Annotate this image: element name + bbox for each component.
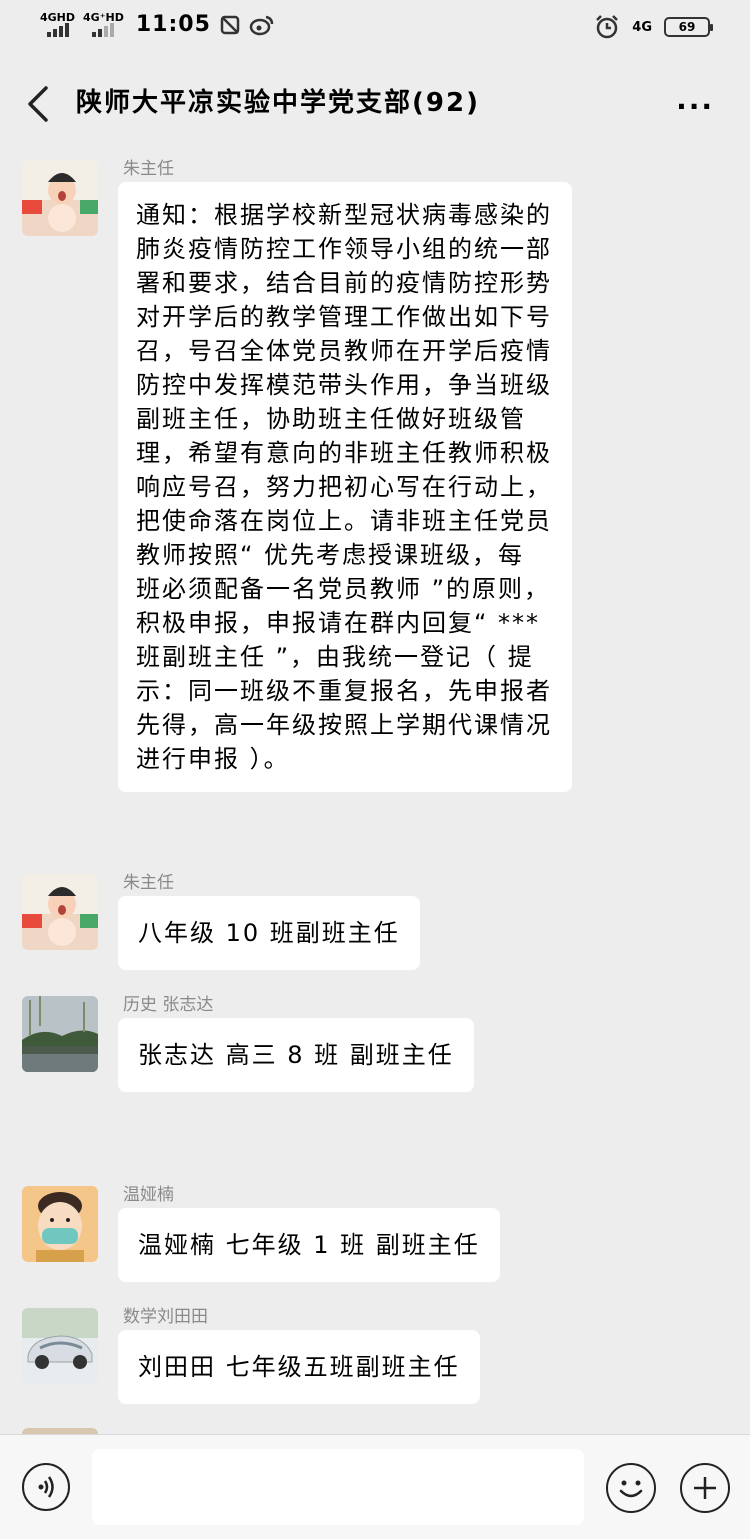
avatar[interactable]	[22, 996, 98, 1072]
message-line: 通知：根据学校新型冠状病毒感染的	[136, 201, 552, 229]
message-bubble[interactable]: 八年级 10 班副班主任	[118, 896, 420, 970]
battery-level: 69	[678, 20, 696, 34]
clock: 11:05	[135, 12, 211, 37]
message-line: 班必须配备一名党员教师 ”的原则，	[136, 575, 551, 603]
message-line: 召，号召全体党员教师在开学后疫情	[136, 337, 552, 365]
baby-photo-avatar	[22, 874, 98, 950]
message-line: 先得，高一年级按照上学期代课情况	[136, 711, 552, 739]
message-bubble[interactable]: 温娅楠 七年级 1 班 副班主任	[118, 1208, 500, 1282]
message-line: 副班主任，协助班主任做好班级管	[136, 405, 526, 433]
network-label-2: 4G⁺HD	[83, 11, 124, 24]
message-line: 肺炎疫情防控工作领导小组的统一部	[136, 235, 552, 263]
message-line: 积极申报，申报请在群内回复“ ***	[136, 609, 541, 637]
avatar[interactable]	[22, 1186, 98, 1262]
message-bubble[interactable]: 刘田田 七年级五班副班主任	[118, 1330, 480, 1404]
message-line: 署和要求，结合目前的疫情防控形势	[136, 269, 552, 297]
message-bubble[interactable]: 通知：根据学校新型冠状病毒感染的 肺炎疫情防控工作领导小组的统一部 署和要求，结…	[118, 182, 572, 792]
signal-bars-icon	[92, 23, 115, 37]
message-line: 对开学后的教学管理工作做出如下号	[136, 303, 552, 331]
cartoon-girl-mask-avatar	[22, 1186, 98, 1262]
message-list[interactable]: 朱主任 通知：根据学校新型冠状病毒感染的 肺炎疫情防控工作领导小组的统一部 署和…	[0, 148, 750, 1434]
avatar[interactable]	[22, 160, 98, 236]
message-line: 教师按照“ 优先考虑授课班级，每	[136, 541, 525, 569]
smile-face-icon	[619, 1480, 643, 1498]
message-input[interactable]	[92, 1449, 584, 1525]
message-line: 把使命落在岗位上。请非班主任党员	[136, 507, 552, 535]
message-line: 进行申报 ）。	[136, 745, 290, 773]
signal-1: 4GHD	[40, 12, 75, 37]
signal-bars-icon	[46, 23, 69, 37]
message-line: 示：同一班级不重复报名，先申报者	[136, 677, 552, 705]
network-label-1: 4GHD	[40, 11, 76, 24]
status-left: 4GHD 4G⁺HD 11:05	[40, 12, 275, 37]
plus-icon[interactable]	[680, 1463, 730, 1513]
more-options-icon[interactable]: ···	[676, 90, 714, 123]
sender-name: 数学刘田田	[123, 1307, 208, 1327]
avatar[interactable]	[22, 874, 98, 950]
message-line: 理，希望有意向的非班主任教师积极	[136, 439, 552, 467]
input-bar	[0, 1434, 750, 1539]
landscape-photo-avatar	[22, 996, 98, 1072]
avatar[interactable]	[22, 1308, 98, 1384]
alarm-icon	[596, 15, 619, 39]
back-arrow-icon[interactable]	[22, 84, 58, 124]
sender-name: 历史 张志达	[123, 995, 214, 1015]
baby-photo-avatar	[22, 160, 98, 236]
chat-title: 陕师大平凉实验中学党支部(92)	[76, 88, 480, 118]
sender-name: 温娅楠	[123, 1185, 174, 1205]
message-line: 防控中发挥模范带头作用，争当班级	[136, 371, 552, 399]
add-icon	[694, 1477, 716, 1499]
message-line: 响应号召，努力把初心写在行动上，	[136, 473, 552, 501]
voice-icon[interactable]	[22, 1463, 70, 1511]
message-line: 班副班主任 ”，由我统一登记（ 提	[136, 643, 534, 671]
network-type: 4G	[632, 19, 652, 35]
voice-wave-icon	[38, 1476, 54, 1498]
sender-name: 朱主任	[123, 159, 174, 179]
mute-icon	[220, 15, 240, 34]
message-bubble[interactable]: 张志达 高三 8 班 副班主任	[118, 1018, 474, 1092]
signal-2: 4G⁺HD	[83, 12, 124, 37]
weibo-icon	[249, 15, 274, 35]
battery-icon: 69	[664, 17, 713, 37]
chat-header: 陕师大平凉实验中学党支部(92) ···	[0, 60, 750, 148]
status-bar: 4GHD 4G⁺HD 11:05 4G 69	[0, 0, 750, 60]
car-photo-avatar	[22, 1308, 98, 1384]
emoji-icon[interactable]	[606, 1463, 656, 1513]
status-right: 4G 69	[594, 14, 713, 40]
sender-name: 朱主任	[123, 873, 174, 893]
